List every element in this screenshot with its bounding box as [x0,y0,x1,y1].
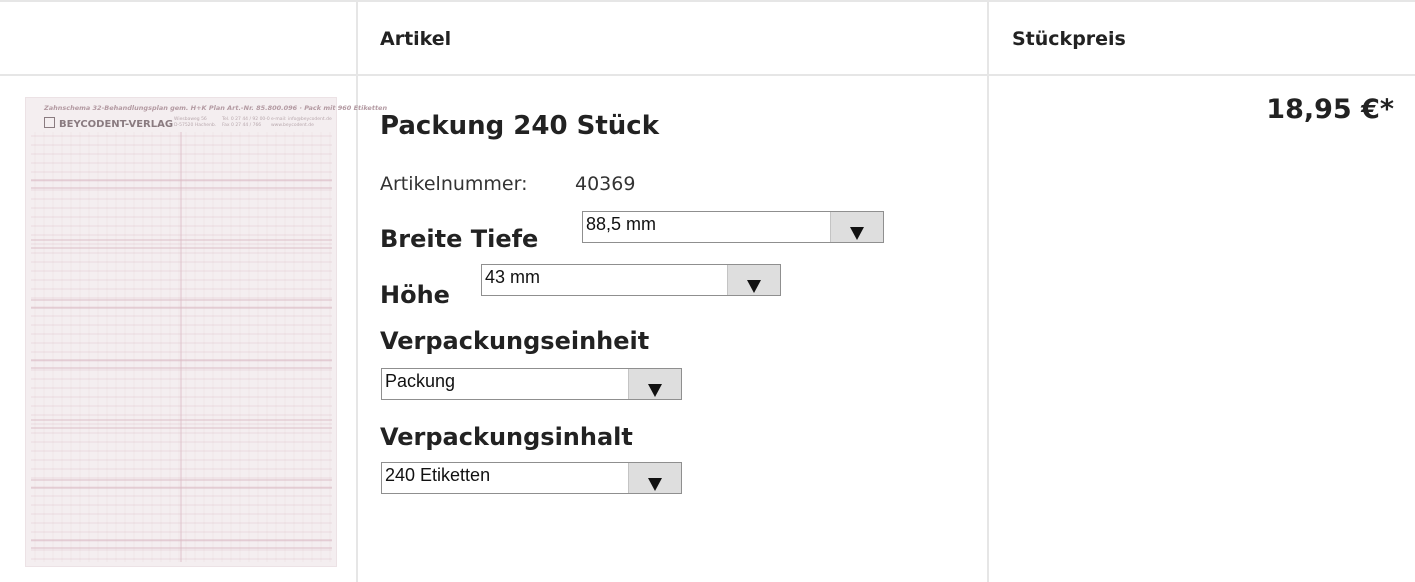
breite-tiefe-select[interactable]: 88,5 mm [582,211,884,243]
product-image-contact: Tel. 0 27 44 / 92 00-0 Fax 0 27 44 / 766 [222,117,270,129]
address-line: D-57520 Hachenb. [174,123,217,128]
column-divider-1 [356,0,358,582]
verpackungsinhalt-select[interactable]: 240 Etiketten [381,462,682,494]
logo-icon [44,117,55,128]
table-border-top [0,0,1415,2]
breite-tiefe-value: 88,5 mm [586,214,657,234]
article-number-value: 40369 [575,173,636,195]
triangle-down-icon [850,227,864,240]
web-line: www.beycodent.de [271,123,314,128]
hoehe-dropdown-button[interactable] [727,265,780,295]
breite-tiefe-label: Breite Tiefe [380,225,539,253]
logo-text: BEYCODENT-VERLAG [59,119,174,130]
verpackungseinheit-label: Verpackungseinheit [380,327,650,355]
hoehe-value: 43 mm [485,267,541,287]
product-image-logo: BEYCODENT-VERLAG [44,117,173,130]
verpackungseinheit-dropdown-button[interactable] [628,369,681,399]
verpackungsinhalt-dropdown-button[interactable] [628,463,681,493]
column-divider-2 [987,0,989,582]
product-image-address: Wiesbaweg 56 D-57520 Hachenb. [174,117,216,129]
product-image-caption: Zahnschema 32-Behandlungsplan gem. H+K P… [44,104,388,112]
product-image[interactable]: Zahnschema 32-Behandlungsplan gem. H+K P… [25,97,387,567]
column-header-article: Artikel [380,28,452,50]
verpackungseinheit-value: Packung [385,371,456,391]
unit-price: 18,95 €* [1266,94,1394,125]
product-image-web: e-mail: info@beycodent.de www.beycodent.… [271,117,332,129]
verpackungseinheit-select[interactable]: Packung [381,368,682,400]
breite-tiefe-dropdown-button[interactable] [830,212,883,242]
triangle-down-icon [648,478,662,491]
triangle-down-icon [648,384,662,397]
verpackungsinhalt-value: 240 Etiketten [385,465,491,485]
contact-line: Fax 0 27 44 / 766 [222,123,262,128]
label-grid-pattern [31,132,332,562]
product-title[interactable]: Packung 240 Stück [380,111,659,141]
triangle-down-icon [747,280,761,293]
hoehe-label: Höhe [380,281,450,309]
table-header-divider [0,74,1415,76]
verpackungsinhalt-label: Verpackungsinhalt [380,423,633,451]
column-header-unit-price: Stückpreis [1012,28,1126,50]
article-number-label: Artikelnummer: [380,173,528,195]
hoehe-select[interactable]: 43 mm [481,264,781,296]
product-table: Artikel Stückpreis Zahnschema 32-Behandl… [0,0,1415,582]
